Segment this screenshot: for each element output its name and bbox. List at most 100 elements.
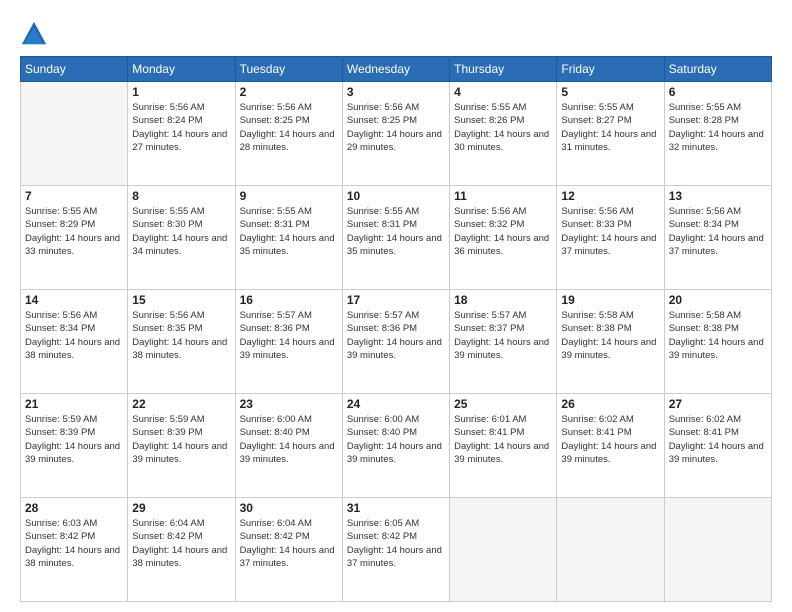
day-info: Sunrise: 5:58 AMSunset: 8:38 PMDaylight:… bbox=[669, 309, 767, 362]
calendar-cell: 31Sunrise: 6:05 AMSunset: 8:42 PMDayligh… bbox=[342, 498, 449, 602]
calendar-cell: 19 Sunrise: 5:58 AMSunset: 8:38 PMDayligh… bbox=[557, 290, 664, 394]
day-info: Sunrise: 5:57 AMSunset: 8:36 PMDaylight:… bbox=[347, 309, 445, 362]
calendar-cell: 12 Sunrise: 5:56 AMSunset: 8:33 PMDayligh… bbox=[557, 186, 664, 290]
calendar-week-row: 1 Sunrise: 5:56 AMSunset: 8:24 PMDaylight… bbox=[21, 82, 772, 186]
calendar-week-row: 28 Sunrise: 6:03 AMSunset: 8:42 PMDayligh… bbox=[21, 498, 772, 602]
day-number: 8 bbox=[132, 189, 230, 203]
calendar-header-saturday: Saturday bbox=[664, 57, 771, 82]
day-number: 13 bbox=[669, 189, 767, 203]
calendar-header-wednesday: Wednesday bbox=[342, 57, 449, 82]
day-info: Sunrise: 5:55 AMSunset: 8:29 PMDaylight:… bbox=[25, 205, 123, 258]
day-info: Sunrise: 5:56 AMSunset: 8:33 PMDaylight:… bbox=[561, 205, 659, 258]
day-number: 31 bbox=[347, 501, 445, 515]
calendar-cell bbox=[664, 498, 771, 602]
day-number: 28 bbox=[25, 501, 123, 515]
calendar-cell: 27 Sunrise: 6:02 AMSunset: 8:41 PMDayligh… bbox=[664, 394, 771, 498]
day-number: 30 bbox=[240, 501, 338, 515]
day-number: 4 bbox=[454, 85, 552, 99]
day-number: 10 bbox=[347, 189, 445, 203]
header bbox=[20, 20, 772, 48]
calendar-cell: 4 Sunrise: 5:55 AMSunset: 8:26 PMDaylight… bbox=[450, 82, 557, 186]
calendar-header-row: SundayMondayTuesdayWednesdayThursdayFrid… bbox=[21, 57, 772, 82]
calendar-cell: 21Sunrise: 5:59 AMSunset: 8:39 PMDayligh… bbox=[21, 394, 128, 498]
calendar-cell: 28 Sunrise: 6:03 AMSunset: 8:42 PMDayligh… bbox=[21, 498, 128, 602]
day-number: 20 bbox=[669, 293, 767, 307]
day-number: 7 bbox=[25, 189, 123, 203]
day-info: Sunrise: 5:55 AMSunset: 8:27 PMDaylight:… bbox=[561, 101, 659, 154]
day-number: 15 bbox=[132, 293, 230, 307]
day-number: 19 bbox=[561, 293, 659, 307]
day-info: Sunrise: 5:56 AMSunset: 8:32 PMDaylight:… bbox=[454, 205, 552, 258]
calendar-cell bbox=[21, 82, 128, 186]
calendar-cell: 17Sunrise: 5:57 AMSunset: 8:36 PMDayligh… bbox=[342, 290, 449, 394]
day-number: 23 bbox=[240, 397, 338, 411]
day-info: Sunrise: 5:56 AMSunset: 8:35 PMDaylight:… bbox=[132, 309, 230, 362]
calendar-cell: 30 Sunrise: 6:04 AMSunset: 8:42 PMDayligh… bbox=[235, 498, 342, 602]
day-number: 11 bbox=[454, 189, 552, 203]
day-info: Sunrise: 6:02 AMSunset: 8:41 PMDaylight:… bbox=[669, 413, 767, 466]
calendar-cell: 15 Sunrise: 5:56 AMSunset: 8:35 PMDayligh… bbox=[128, 290, 235, 394]
day-number: 14 bbox=[25, 293, 123, 307]
calendar-cell: 2 Sunrise: 5:56 AMSunset: 8:25 PMDaylight… bbox=[235, 82, 342, 186]
calendar-cell bbox=[450, 498, 557, 602]
calendar-cell: 18Sunrise: 5:57 AMSunset: 8:37 PMDayligh… bbox=[450, 290, 557, 394]
calendar-cell: 29Sunrise: 6:04 AMSunset: 8:42 PMDayligh… bbox=[128, 498, 235, 602]
calendar-week-row: 21Sunrise: 5:59 AMSunset: 8:39 PMDayligh… bbox=[21, 394, 772, 498]
calendar-week-row: 14 Sunrise: 5:56 AMSunset: 8:34 PMDayligh… bbox=[21, 290, 772, 394]
day-number: 25 bbox=[454, 397, 552, 411]
day-info: Sunrise: 5:57 AMSunset: 8:36 PMDaylight:… bbox=[240, 309, 338, 362]
calendar-cell: 8 Sunrise: 5:55 AMSunset: 8:30 PMDaylight… bbox=[128, 186, 235, 290]
day-number: 18 bbox=[454, 293, 552, 307]
day-info: Sunrise: 5:56 AMSunset: 8:24 PMDaylight:… bbox=[132, 101, 230, 154]
calendar-header-monday: Monday bbox=[128, 57, 235, 82]
day-info: Sunrise: 5:55 AMSunset: 8:28 PMDaylight:… bbox=[669, 101, 767, 154]
day-number: 26 bbox=[561, 397, 659, 411]
logo-icon bbox=[20, 20, 48, 48]
day-info: Sunrise: 5:59 AMSunset: 8:39 PMDaylight:… bbox=[132, 413, 230, 466]
day-info: Sunrise: 6:02 AMSunset: 8:41 PMDaylight:… bbox=[561, 413, 659, 466]
calendar-page: SundayMondayTuesdayWednesdayThursdayFrid… bbox=[0, 0, 792, 612]
calendar-cell: 22 Sunrise: 5:59 AMSunset: 8:39 PMDayligh… bbox=[128, 394, 235, 498]
calendar-header-thursday: Thursday bbox=[450, 57, 557, 82]
day-info: Sunrise: 5:59 AMSunset: 8:39 PMDaylight:… bbox=[25, 413, 123, 466]
calendar-header-tuesday: Tuesday bbox=[235, 57, 342, 82]
day-number: 2 bbox=[240, 85, 338, 99]
day-info: Sunrise: 5:55 AMSunset: 8:31 PMDaylight:… bbox=[240, 205, 338, 258]
calendar-cell: 24Sunrise: 6:00 AMSunset: 8:40 PMDayligh… bbox=[342, 394, 449, 498]
calendar-table: SundayMondayTuesdayWednesdayThursdayFrid… bbox=[20, 56, 772, 602]
day-info: Sunrise: 5:58 AMSunset: 8:38 PMDaylight:… bbox=[561, 309, 659, 362]
day-info: Sunrise: 6:01 AMSunset: 8:41 PMDaylight:… bbox=[454, 413, 552, 466]
day-info: Sunrise: 6:03 AMSunset: 8:42 PMDaylight:… bbox=[25, 517, 123, 570]
day-info: Sunrise: 5:55 AMSunset: 8:26 PMDaylight:… bbox=[454, 101, 552, 154]
day-info: Sunrise: 5:56 AMSunset: 8:34 PMDaylight:… bbox=[669, 205, 767, 258]
calendar-header-sunday: Sunday bbox=[21, 57, 128, 82]
day-number: 29 bbox=[132, 501, 230, 515]
day-info: Sunrise: 6:00 AMSunset: 8:40 PMDaylight:… bbox=[347, 413, 445, 466]
calendar-cell: 26 Sunrise: 6:02 AMSunset: 8:41 PMDayligh… bbox=[557, 394, 664, 498]
calendar-week-row: 7 Sunrise: 5:55 AMSunset: 8:29 PMDaylight… bbox=[21, 186, 772, 290]
day-number: 12 bbox=[561, 189, 659, 203]
day-info: Sunrise: 5:56 AMSunset: 8:34 PMDaylight:… bbox=[25, 309, 123, 362]
day-number: 3 bbox=[347, 85, 445, 99]
day-number: 16 bbox=[240, 293, 338, 307]
day-number: 22 bbox=[132, 397, 230, 411]
calendar-cell: 16 Sunrise: 5:57 AMSunset: 8:36 PMDayligh… bbox=[235, 290, 342, 394]
calendar-cell: 23Sunrise: 6:00 AMSunset: 8:40 PMDayligh… bbox=[235, 394, 342, 498]
day-number: 6 bbox=[669, 85, 767, 99]
calendar-cell bbox=[557, 498, 664, 602]
calendar-header-friday: Friday bbox=[557, 57, 664, 82]
day-info: Sunrise: 5:56 AMSunset: 8:25 PMDaylight:… bbox=[240, 101, 338, 154]
calendar-cell: 20 Sunrise: 5:58 AMSunset: 8:38 PMDayligh… bbox=[664, 290, 771, 394]
logo bbox=[20, 20, 52, 48]
calendar-cell: 9Sunrise: 5:55 AMSunset: 8:31 PMDaylight… bbox=[235, 186, 342, 290]
day-number: 27 bbox=[669, 397, 767, 411]
day-number: 1 bbox=[132, 85, 230, 99]
calendar-cell: 13 Sunrise: 5:56 AMSunset: 8:34 PMDayligh… bbox=[664, 186, 771, 290]
calendar-cell: 5 Sunrise: 5:55 AMSunset: 8:27 PMDaylight… bbox=[557, 82, 664, 186]
calendar-cell: 6 Sunrise: 5:55 AMSunset: 8:28 PMDaylight… bbox=[664, 82, 771, 186]
day-number: 5 bbox=[561, 85, 659, 99]
calendar-cell: 10Sunrise: 5:55 AMSunset: 8:31 PMDayligh… bbox=[342, 186, 449, 290]
calendar-cell: 14 Sunrise: 5:56 AMSunset: 8:34 PMDayligh… bbox=[21, 290, 128, 394]
day-info: Sunrise: 6:04 AMSunset: 8:42 PMDaylight:… bbox=[240, 517, 338, 570]
day-info: Sunrise: 5:55 AMSunset: 8:30 PMDaylight:… bbox=[132, 205, 230, 258]
